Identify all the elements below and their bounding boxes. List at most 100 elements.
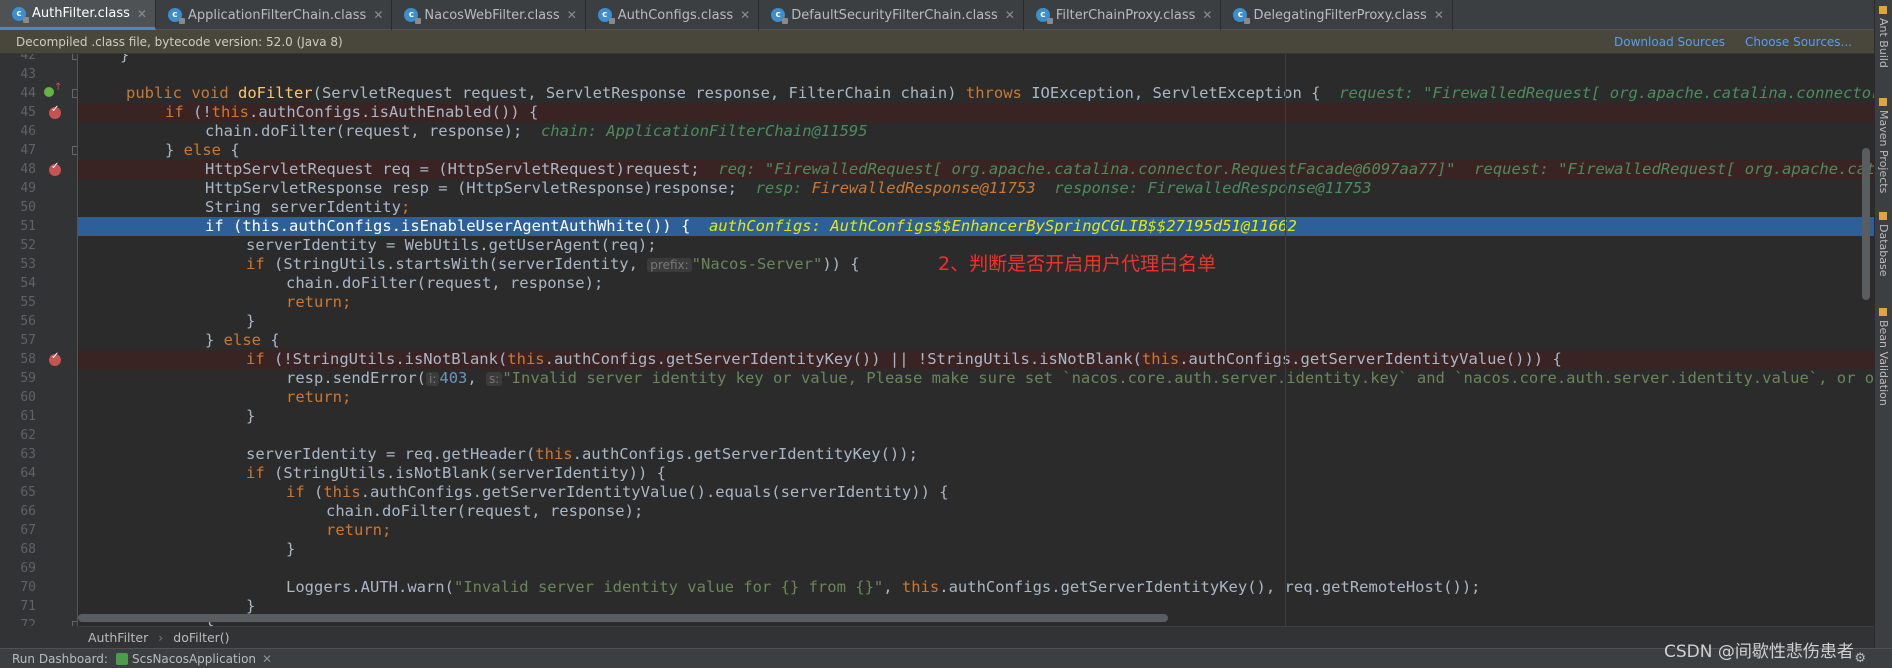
keyword: this bbox=[507, 350, 545, 368]
inline-debug-value: authConfigs: AuthConfigs$$EnhancerBySpri… bbox=[708, 217, 1297, 235]
string-literal: "Nacos-Server" bbox=[691, 255, 823, 273]
gutter-line-47[interactable]: 47 bbox=[0, 141, 77, 160]
number-literal: 403 bbox=[439, 369, 468, 387]
line-number: 52 bbox=[20, 238, 36, 253]
gutter-line-61[interactable]: 61 bbox=[0, 407, 77, 426]
line-number: 44 bbox=[20, 86, 36, 101]
gutter-line-52[interactable]: 52 bbox=[0, 236, 77, 255]
close-icon[interactable]: ✕ bbox=[1005, 8, 1015, 22]
gutter-line-48[interactable]: 48 bbox=[0, 160, 77, 179]
close-icon[interactable]: ✕ bbox=[373, 8, 383, 22]
inline-debug-value: request: "FirewalledRequest[ org.apache.… bbox=[1339, 84, 1874, 102]
gutter-line-56[interactable]: 56 bbox=[0, 312, 77, 331]
close-icon[interactable]: ✕ bbox=[262, 652, 272, 666]
code-editor[interactable]: } public void doFilter(ServletRequest re… bbox=[78, 54, 1874, 626]
code-text: chain.doFilter(request, response); bbox=[286, 274, 604, 292]
keyword: return; bbox=[286, 293, 352, 311]
class-file-icon: c bbox=[167, 8, 185, 24]
choose-sources-link[interactable]: Choose Sources... bbox=[1745, 35, 1852, 49]
line-number: 63 bbox=[20, 447, 36, 462]
gutter-line-53[interactable]: 53 bbox=[0, 255, 77, 274]
gutter-line-57[interactable]: 57 bbox=[0, 331, 77, 350]
gutter-line-65[interactable]: 65 bbox=[0, 483, 77, 502]
tab-delegatingfilterproxy[interactable]: c DelegatingFilterProxy.class ✕ bbox=[1221, 0, 1453, 30]
tab-label: AuthConfigs.class bbox=[617, 7, 734, 23]
gutter-line-67[interactable]: 67 bbox=[0, 521, 77, 540]
breadcrumb-method[interactable]: doFilter() bbox=[173, 630, 229, 645]
gutter-line-50[interactable]: 50 bbox=[0, 198, 77, 217]
tab-applicationfilterchain[interactable]: c ApplicationFilterChain.class ✕ bbox=[156, 0, 393, 30]
gutter-line-62[interactable]: 62 bbox=[0, 426, 77, 445]
right-margin-guide bbox=[1285, 54, 1286, 626]
breakpoint-icon[interactable] bbox=[49, 161, 61, 176]
code-text: (StringUtils.isNotBlank(serverIdentity))… bbox=[274, 464, 666, 482]
override-method-icon[interactable] bbox=[44, 82, 62, 97]
gutter-line-49[interactable]: 49 bbox=[0, 179, 77, 198]
tool-window-ant-build[interactable]: Ant Build bbox=[1877, 6, 1890, 68]
gutter-line-46[interactable]: 46 bbox=[0, 122, 77, 141]
keyword: this bbox=[323, 483, 361, 501]
close-icon[interactable]: ✕ bbox=[567, 8, 577, 22]
gutter-line-42[interactable]: 42 bbox=[0, 54, 77, 65]
code-text: { bbox=[270, 331, 280, 349]
gutter-line-44[interactable]: 44 bbox=[0, 82, 77, 103]
code-text: .authConfigs.isEnableUserAgentAuthWhite(… bbox=[279, 217, 691, 235]
gutter-line-71[interactable]: 71 bbox=[0, 597, 77, 616]
gutter-line-70[interactable]: 70 bbox=[0, 578, 77, 597]
line-number: 67 bbox=[20, 523, 36, 538]
gutter-line-55[interactable]: 55 bbox=[0, 293, 77, 312]
line-number: 70 bbox=[20, 580, 36, 595]
keyword: return; bbox=[326, 521, 392, 539]
line-number: 46 bbox=[20, 124, 36, 139]
close-icon[interactable]: ✕ bbox=[1202, 8, 1212, 22]
gutter-line-54[interactable]: 54 bbox=[0, 274, 77, 293]
gutter-line-66[interactable]: 66 bbox=[0, 502, 77, 521]
gutter-line-45[interactable]: 45 bbox=[0, 103, 77, 122]
vertical-scrollbar[interactable] bbox=[1862, 148, 1870, 300]
gutter-line-64[interactable]: 64 bbox=[0, 464, 77, 483]
breakpoint-icon[interactable] bbox=[49, 104, 61, 119]
gutter-line-59[interactable]: 59 bbox=[0, 369, 77, 388]
code-line-59: resp.sendError(i: 403, s: "Invalid server … bbox=[78, 369, 1874, 388]
gutter-line-51[interactable]: 51 bbox=[0, 217, 77, 236]
breakpoint-icon[interactable] bbox=[49, 351, 61, 366]
run-app-tab[interactable]: ScsNacosApplication ✕ bbox=[115, 652, 272, 666]
code-text: serverIdentity = WebUtils.getUserAgent(r… bbox=[246, 236, 657, 254]
tab-authconfigs[interactable]: c AuthConfigs.class ✕ bbox=[586, 0, 760, 30]
horizontal-scrollbar[interactable] bbox=[78, 614, 1168, 622]
run-dashboard-label[interactable]: Run Dashboard: bbox=[12, 652, 108, 666]
semicolon: ; bbox=[400, 198, 411, 216]
code-text: .authConfigs.getServerIdentityValue().eq… bbox=[360, 483, 949, 501]
line-number-gutter[interactable]: 42 43 44 45 46 47 48 49 50 51 52 53 54 55 56 57 58 59 60 61… bbox=[0, 54, 78, 626]
keyword: this bbox=[535, 445, 573, 463]
code-text: .authConfigs.getServerIdentityKey()); bbox=[572, 445, 918, 463]
class-file-icon: c bbox=[1035, 8, 1053, 24]
close-icon[interactable]: ✕ bbox=[740, 8, 750, 22]
gutter-line-72[interactable]: 72 bbox=[0, 616, 77, 626]
code-line-66: chain.doFilter(request, response); bbox=[78, 502, 1874, 521]
gutter-line-69[interactable]: 69 bbox=[0, 559, 77, 578]
tool-window-maven-projects[interactable]: Maven Projects bbox=[1877, 98, 1890, 193]
download-sources-link[interactable]: Download Sources bbox=[1614, 35, 1725, 49]
tab-filterchainproxy[interactable]: c FilterChainProxy.class ✕ bbox=[1024, 0, 1222, 30]
tool-window-database[interactable]: Database bbox=[1877, 212, 1890, 277]
gutter-line-63[interactable]: 63 bbox=[0, 445, 77, 464]
gutter-line-43[interactable]: 43 bbox=[0, 65, 77, 84]
gutter-line-60[interactable]: 60 bbox=[0, 388, 77, 407]
close-icon[interactable]: ✕ bbox=[1434, 8, 1444, 22]
breadcrumb-class[interactable]: AuthFilter bbox=[88, 630, 148, 645]
tab-defaultsecurityfilterchain[interactable]: c DefaultSecurityFilterChain.class ✕ bbox=[759, 0, 1024, 30]
code-text: String serverIdentity bbox=[205, 198, 401, 216]
class-file-icon: c bbox=[771, 8, 789, 24]
gutter-line-68[interactable]: 68 bbox=[0, 540, 77, 559]
gutter-line-58[interactable]: 58 bbox=[0, 350, 77, 369]
gear-icon[interactable]: ⚙ bbox=[1854, 651, 1866, 666]
tool-window-bean-validation[interactable]: Bean Validation bbox=[1877, 308, 1890, 406]
tab-nacoswebfilter[interactable]: c NacosWebFilter.class ✕ bbox=[392, 0, 586, 30]
editor-tab-bar: c AuthFilter.class ✕ c ApplicationFilter… bbox=[0, 0, 1874, 30]
parameter-hint: i: bbox=[425, 372, 440, 386]
code-line-54: chain.doFilter(request, response); bbox=[78, 274, 1874, 293]
tab-authfilter[interactable]: c AuthFilter.class ✕ bbox=[0, 0, 156, 30]
code-text: (!StringUtils.isNotBlank( bbox=[274, 350, 508, 368]
close-icon[interactable]: ✕ bbox=[137, 7, 147, 21]
